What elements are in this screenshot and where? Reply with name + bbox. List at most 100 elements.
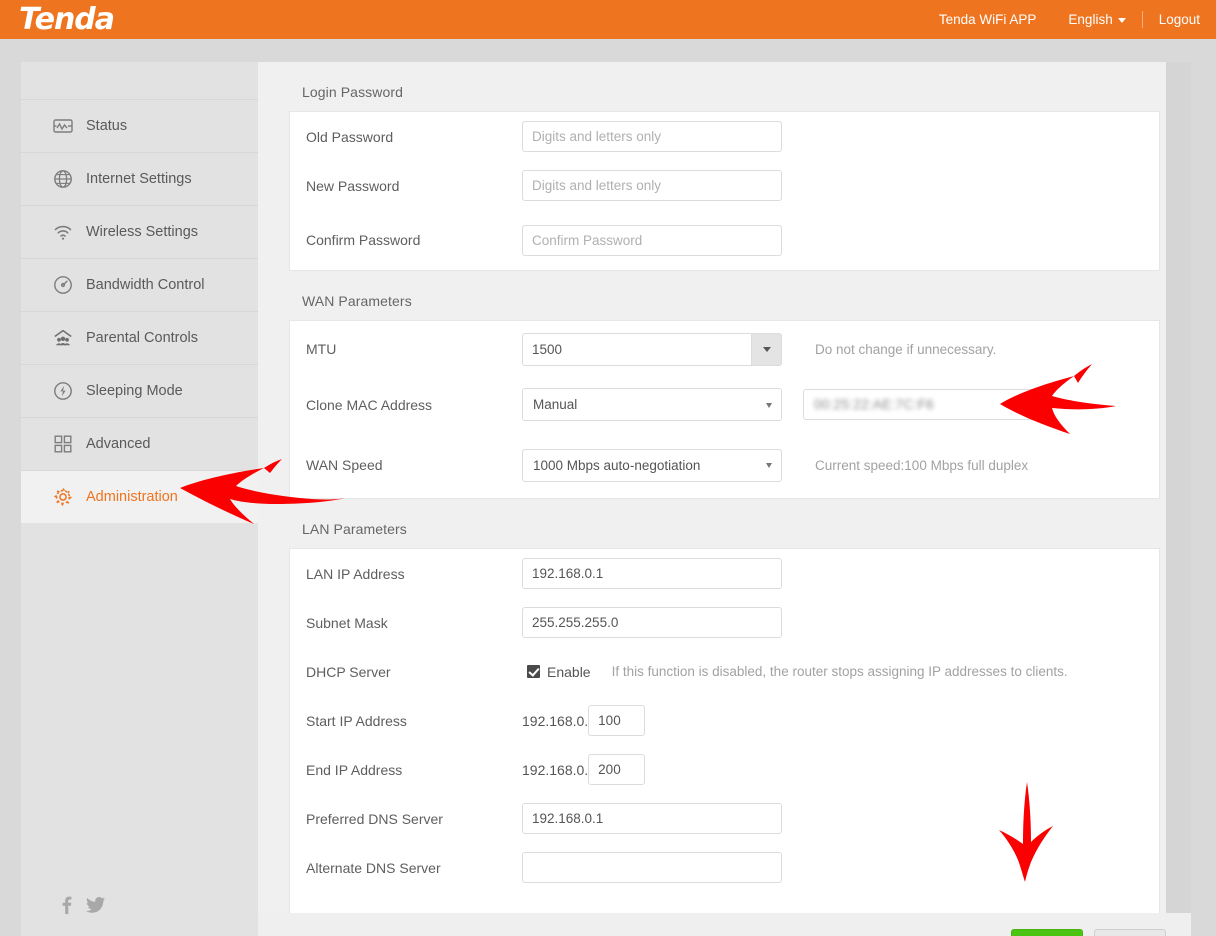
lan-ip-label: LAN IP Address — [306, 565, 405, 582]
mtu-label: MTU — [306, 341, 337, 357]
sidebar-item-label: Wireless Settings — [86, 223, 199, 240]
family-icon — [52, 327, 74, 349]
sidebar-nav: Status Internet Settings Wireless Settin… — [21, 62, 258, 936]
new-password-label: New Password — [306, 177, 400, 194]
preferred-dns-field-wrap — [522, 803, 782, 834]
mtu-dropdown-button[interactable] — [751, 332, 782, 366]
sidebar-item-sleeping-mode[interactable]: Sleeping Mode — [21, 364, 258, 417]
new-password-field-wrap — [522, 170, 782, 201]
mac-address-value: 00:25:22:AE:7C:F6 — [814, 397, 934, 412]
dhcp-server-field-wrap: Enable If this function is disabled, the… — [522, 664, 1068, 680]
mtu-combobox[interactable] — [522, 332, 782, 366]
ok-button[interactable]: OK — [1011, 928, 1083, 936]
body-area: Status Internet Settings Wireless Settin… — [0, 39, 1216, 936]
sidebar-item-bandwidth-control[interactable]: Bandwidth Control — [21, 258, 258, 311]
old-password-label: Old Password — [306, 128, 394, 145]
new-password-input[interactable] — [522, 170, 782, 201]
language-selector[interactable]: English — [1052, 12, 1141, 27]
section-wan-parameters: WAN Parameters MTU 1500 Do not change if… — [289, 271, 1160, 499]
confirm-password-field-wrap — [522, 224, 782, 256]
sidebar-top-spacer — [21, 62, 258, 99]
twitter-icon[interactable] — [86, 897, 105, 913]
clone-mac-label: Clone MAC Address — [306, 396, 433, 413]
status-chart-icon — [52, 115, 74, 137]
moon-power-icon — [52, 380, 74, 402]
row-new-password: New Password — [290, 161, 1159, 210]
dhcp-server-label: DHCP Server — [306, 663, 391, 680]
lan-ip-input[interactable] — [522, 558, 782, 589]
dhcp-enable-label: Enable — [547, 663, 591, 680]
wan-parameters-card: MTU Do not change if unnecessary. — [289, 320, 1160, 499]
preferred-dns-input[interactable] — [522, 803, 782, 834]
row-dhcp-server: DHCP Server Enable If this function is d… — [290, 647, 1159, 696]
alternate-dns-field-wrap — [522, 852, 782, 883]
grid-squares-icon — [52, 433, 74, 455]
content-scrollbar[interactable] — [1166, 62, 1191, 936]
mtu-hint: Do not change if unnecessary. — [815, 341, 997, 357]
lan-ip-field-wrap — [522, 558, 782, 589]
sidebar-item-status[interactable]: Status — [21, 99, 258, 152]
subnet-mask-input[interactable] — [522, 607, 782, 638]
facebook-icon[interactable] — [61, 896, 72, 914]
settings-scroll-area[interactable]: Login Password Old Password New Password — [258, 62, 1191, 913]
wan-speed-hint: Current speed:100 Mbps full duplex — [815, 457, 1029, 473]
login-password-card: Old Password New Password — [289, 111, 1160, 271]
logout-button[interactable]: Logout — [1143, 12, 1216, 27]
alternate-dns-label: Alternate DNS Server — [306, 859, 441, 876]
confirm-password-label: Confirm Password — [306, 232, 421, 248]
section-title: LAN Parameters — [302, 521, 407, 537]
old-password-input[interactable] — [522, 121, 782, 152]
start-ip-prefix: 192.168.0. — [522, 712, 589, 729]
sidebar-item-label: Status — [86, 117, 128, 134]
row-start-ip: Start IP Address 192.168.0. — [290, 696, 1159, 745]
wan-speed-label: WAN Speed — [306, 457, 383, 473]
chevron-down-icon — [766, 402, 772, 408]
dhcp-server-hint: If this function is disabled, the router… — [611, 664, 1068, 679]
subnet-mask-label: Subnet Mask — [306, 614, 388, 631]
top-header-bar: Tenda Tenda WiFi APP English Logout — [0, 0, 1216, 39]
sidebar-item-label: Bandwidth Control — [86, 276, 205, 293]
tenda-logo: Tenda — [19, 1, 115, 37]
end-ip-input[interactable] — [588, 754, 646, 785]
header-right-group: Tenda WiFi APP English Logout — [923, 0, 1216, 39]
dhcp-enable-checkbox[interactable]: Enable — [527, 664, 591, 680]
old-password-field-wrap — [522, 121, 782, 152]
mtu-input[interactable] — [522, 332, 751, 366]
sidebar-item-label: Administration — [86, 488, 178, 505]
clone-mac-select[interactable]: Manual — [522, 388, 782, 421]
tenda-wifi-app-link[interactable]: Tenda WiFi APP — [923, 12, 1053, 27]
clone-mac-selected-value: Manual — [533, 397, 578, 412]
mac-address-input[interactable]: 00:25:22:AE:7C:F6 — [803, 389, 1041, 420]
sidebar-item-label: Advanced — [86, 435, 151, 452]
row-preferred-dns: Preferred DNS Server — [290, 794, 1159, 843]
wan-speed-select[interactable]: 1000 Mbps auto-negotiation — [522, 448, 782, 482]
row-wan-speed: WAN Speed 1000 Mbps auto-negotiation Cur… — [290, 432, 1159, 498]
start-ip-label: Start IP Address — [306, 712, 407, 729]
globe-icon — [52, 168, 74, 190]
sidebar-item-internet-settings[interactable]: Internet Settings — [21, 152, 258, 205]
section-lan-parameters: LAN Parameters LAN IP Address Subnet Mas… — [289, 499, 1160, 913]
row-clone-mac: Clone MAC Address Manual 00:25:22:AE:7C:… — [290, 377, 1159, 432]
start-ip-input[interactable] — [588, 705, 646, 736]
section-login-password: Login Password Old Password New Password — [289, 62, 1160, 271]
alternate-dns-input[interactable] — [522, 852, 782, 883]
card-bottom-spacer — [290, 892, 1159, 913]
gauge-icon — [52, 274, 74, 296]
sidebar-item-administration[interactable]: Administration — [21, 470, 258, 523]
confirm-password-input[interactable] — [522, 224, 782, 256]
clone-mac-field-wrap: Manual 00:25:22:AE:7C:F6 — [522, 388, 1041, 421]
lan-parameters-card: LAN IP Address Subnet Mask — [289, 548, 1160, 913]
sidebar-item-parental-controls[interactable]: Parental Controls — [21, 311, 258, 364]
row-mtu: MTU Do not change if unnecessary. — [290, 321, 1159, 377]
start-ip-field-wrap: 192.168.0. — [522, 705, 646, 736]
wan-speed-field-wrap: 1000 Mbps auto-negotiation Current speed… — [522, 448, 1029, 482]
row-subnet-mask: Subnet Mask — [290, 598, 1159, 647]
gear-icon — [52, 486, 74, 508]
row-confirm-password: Confirm Password — [290, 210, 1159, 270]
sidebar-item-wireless-settings[interactable]: Wireless Settings — [21, 205, 258, 258]
cancel-button[interactable]: Cancel — [1094, 928, 1166, 936]
checkbox-box-icon — [527, 665, 540, 678]
sidebar-item-advanced[interactable]: Advanced — [21, 417, 258, 470]
action-bar: OK Cancel — [258, 913, 1191, 936]
sidebar-item-label: Internet Settings — [86, 170, 192, 187]
